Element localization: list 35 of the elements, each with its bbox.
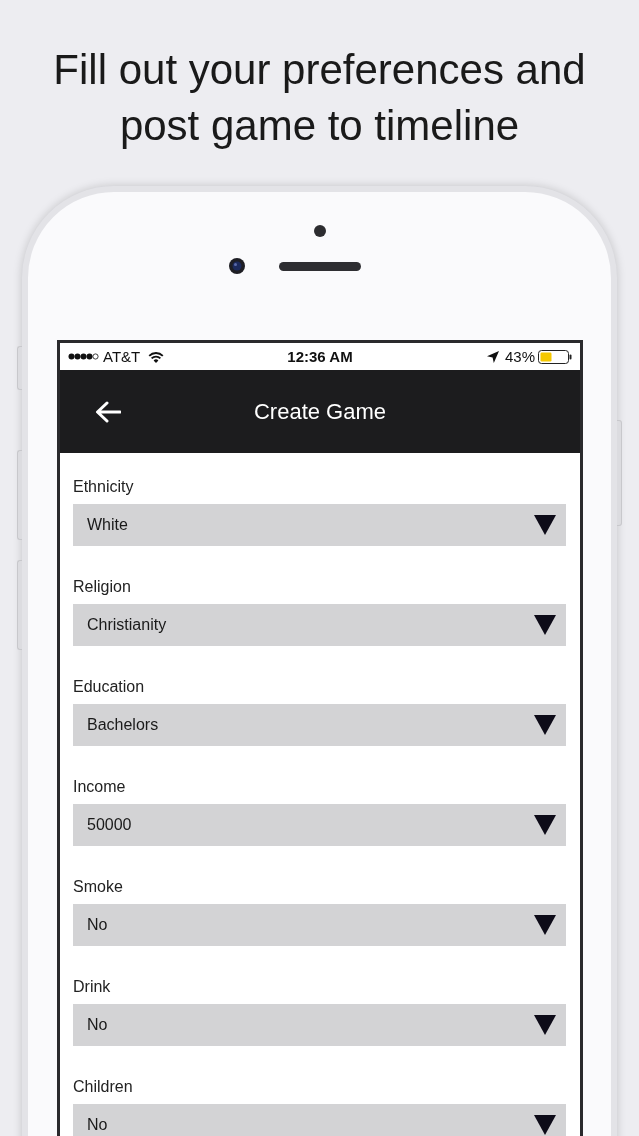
speaker-grille-icon — [278, 261, 361, 271]
wifi-icon — [148, 350, 165, 363]
dropdown-field[interactable]: Christianity — [73, 604, 566, 646]
dropdown-field[interactable]: White — [73, 504, 566, 546]
dropdown-field[interactable]: Bachelors — [73, 704, 566, 746]
sensor-dot-icon — [313, 225, 326, 237]
screen-title: Create Game — [253, 397, 387, 426]
dropdown-triangle-icon — [534, 615, 556, 635]
location-arrow-icon — [486, 350, 499, 363]
dropdown-triangle-icon — [534, 915, 556, 935]
status-time: 12:36 AM — [287, 347, 353, 366]
field-label: Income — [73, 777, 127, 797]
camera-lens-icon — [228, 258, 245, 274]
dropdown-field[interactable]: No — [73, 1004, 566, 1046]
back-button[interactable] — [95, 399, 121, 424]
field-label: Children — [73, 1077, 134, 1097]
dropdown-field[interactable]: No — [73, 904, 566, 946]
dropdown-triangle-icon — [534, 815, 556, 835]
signal-dots-icon — [68, 353, 99, 360]
headline: Fill out your preferences and post game to timeline — [52, 45, 587, 151]
dropdown-field[interactable]: No — [73, 1104, 566, 1136]
dropdown-triangle-icon — [534, 515, 556, 535]
battery-percentage: 43% — [504, 347, 535, 366]
dropdown-triangle-icon — [534, 1015, 556, 1035]
battery-icon — [538, 349, 572, 364]
dropdown-field[interactable]: 50000 — [73, 804, 566, 846]
field-label: Smoke — [73, 877, 124, 897]
carrier-name: AT&T — [103, 347, 141, 366]
dropdown-triangle-icon — [534, 1115, 556, 1135]
field-label: Ethnicity — [73, 477, 135, 497]
dropdown-triangle-icon — [534, 715, 556, 735]
field-label: Drink — [73, 977, 112, 997]
back-arrow-icon — [95, 400, 121, 423]
field-label: Religion — [73, 577, 132, 597]
field-label: Education — [73, 677, 146, 697]
